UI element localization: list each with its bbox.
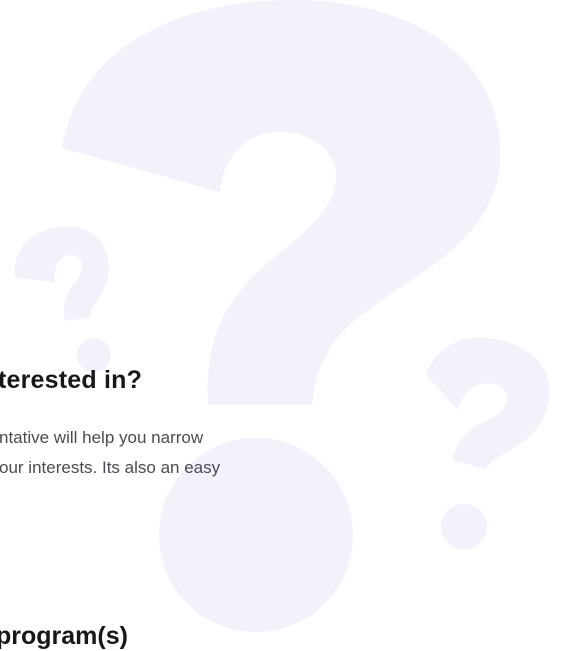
section-description-line-1: ntative will help you narrow <box>0 428 204 447</box>
content-area: terested in? ntative will help you narro… <box>0 0 571 650</box>
next-section-heading: program(s) <box>0 622 128 650</box>
section-description-line-2: our interests. Its also an easy <box>0 458 221 477</box>
section-heading: terested in? <box>0 366 143 394</box>
